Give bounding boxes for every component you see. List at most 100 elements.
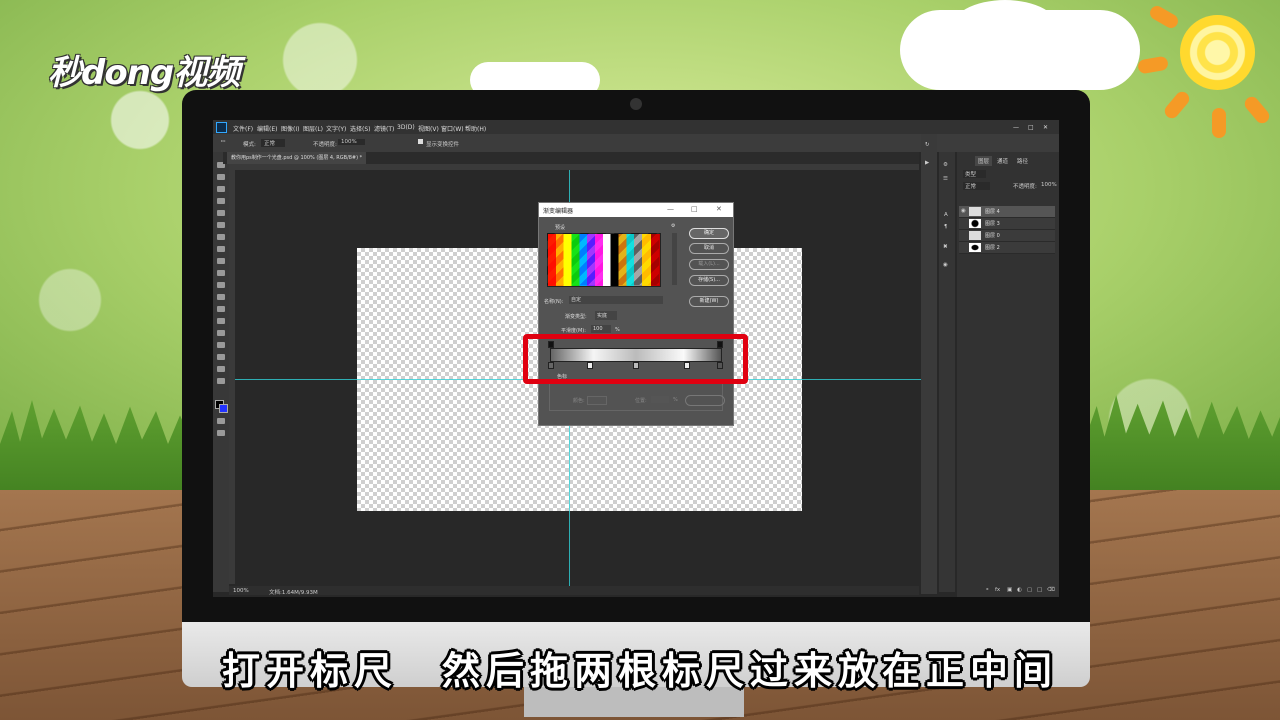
menu-layer[interactable]: 图层(L) <box>303 124 323 133</box>
hand-tool-icon[interactable] <box>217 366 225 372</box>
stamp-tool-icon[interactable] <box>217 258 225 264</box>
layer-kind-filter[interactable]: 类型 <box>963 170 987 178</box>
menu-select[interactable]: 选择(S) <box>350 124 371 133</box>
minimize-icon[interactable]: — <box>1013 124 1019 131</box>
screen-mode-icon[interactable] <box>217 430 225 436</box>
dodge-tool-icon[interactable] <box>217 306 225 312</box>
menu-window[interactable]: 窗口(W) <box>441 124 464 133</box>
folder-icon[interactable]: ▢ <box>1027 587 1032 593</box>
load-button[interactable]: 载入(L)... <box>689 259 729 270</box>
menu-help[interactable]: 帮助(H) <box>465 124 486 133</box>
smoothness-input[interactable]: 100 <box>591 325 611 333</box>
layer-blend-mode[interactable]: 正常 <box>963 182 991 190</box>
smoothness-label: 平滑度(M): <box>561 328 586 334</box>
tab-layers[interactable]: 图层 <box>975 156 993 166</box>
save-button[interactable]: 存储(S)... <box>689 275 729 286</box>
location-label: 位置: <box>635 398 647 404</box>
zoom-level[interactable]: 100% <box>233 588 249 594</box>
monitor: 文件(F) 编辑(E) 图像(I) 图层(L) 文字(Y) 选择(S) 滤镜(T… <box>182 90 1090 717</box>
brush-tool-icon[interactable] <box>217 246 225 252</box>
eraser-tool-icon[interactable] <box>217 282 225 288</box>
dialog-titlebar[interactable]: 渐变编辑器 — □ ✕ <box>539 203 733 217</box>
trash-icon[interactable]: ⌫ <box>1047 587 1055 593</box>
menu-type[interactable]: 文字(Y) <box>326 124 346 133</box>
visibility-eye-icon[interactable]: ◉ <box>961 208 966 214</box>
layer-row[interactable]: 图层 0 <box>959 230 1055 242</box>
panel-dock-collapsed: ↻ ▶ <box>921 134 937 594</box>
cloud <box>950 0 1060 60</box>
status-bar: 100% 文档:1.64M/9.93M <box>229 586 919 596</box>
menu-view[interactable]: 视图(V) <box>418 124 439 133</box>
dialog-maximize-icon[interactable]: □ <box>691 205 698 213</box>
layer-thumbnail <box>969 243 981 252</box>
zoom-tool-icon[interactable] <box>217 378 225 384</box>
history-icon[interactable]: ↻ <box>925 142 930 148</box>
properties-icon[interactable]: ☰ <box>943 176 948 182</box>
play-icon[interactable]: ▶ <box>925 160 929 166</box>
menu-file[interactable]: 文件(F) <box>233 124 253 133</box>
cancel-button[interactable]: 取消 <box>689 243 729 254</box>
pen-tool-icon[interactable] <box>217 318 225 324</box>
mask-icon[interactable]: ▣ <box>1007 587 1012 593</box>
new-button[interactable]: 新建(W) <box>689 296 729 307</box>
layer-row[interactable]: 图层 2 <box>959 242 1055 254</box>
menu-3d[interactable]: 3D(D) <box>397 124 415 131</box>
gradient-presets-overlay <box>547 233 659 285</box>
new-layer-icon[interactable]: □ <box>1037 587 1042 593</box>
paragraph-icon[interactable]: ¶ <box>944 224 948 230</box>
path-select-tool-icon[interactable] <box>217 342 225 348</box>
location-input[interactable] <box>651 396 669 403</box>
adjust-icon[interactable]: ⚙ <box>943 162 948 168</box>
eyedropper-tool-icon[interactable] <box>217 222 225 228</box>
healing-tool-icon[interactable] <box>217 234 225 240</box>
layer-actions-bar: ⚬ fx ▣ ◐ ▢ □ ⌫ <box>957 586 1059 595</box>
presets-scrollbar[interactable] <box>672 233 677 285</box>
text-tool-icon[interactable] <box>217 330 225 336</box>
layer-opacity-value[interactable]: 100% <box>1041 182 1057 188</box>
horizontal-ruler[interactable] <box>229 164 919 170</box>
layer-row[interactable]: ◉ 图层 4 <box>959 206 1055 218</box>
quick-mask-icon[interactable] <box>217 418 225 424</box>
blend-mode-select[interactable]: 正常 <box>261 139 286 147</box>
tab-channels[interactable]: 通道 <box>997 157 1008 165</box>
layers-panel: 图层 通道 路径 类型 正常 不透明度: 100% ◉ 图层 4 图层 3 图层… <box>957 152 1059 597</box>
ok-button[interactable]: 确定 <box>689 228 729 239</box>
marquee-tool-icon[interactable] <box>217 174 225 180</box>
color-swatch-input[interactable] <box>587 396 607 405</box>
link-layers-icon[interactable]: ⚬ <box>985 587 990 593</box>
presets-gear-icon[interactable]: ⚙ <box>671 223 675 229</box>
smoothness-unit: % <box>615 327 620 333</box>
history-brush-tool-icon[interactable] <box>217 270 225 276</box>
dialog-title: 渐变编辑器 <box>543 208 574 215</box>
character-icon[interactable]: A <box>944 212 948 218</box>
gradient-tool-icon[interactable] <box>217 294 225 300</box>
crop-tool-icon[interactable] <box>217 210 225 216</box>
layer-row[interactable]: 图层 3 <box>959 218 1055 230</box>
sun-ray <box>1212 108 1226 138</box>
dialog-minimize-icon[interactable]: — <box>667 205 674 213</box>
dialog-close-icon[interactable]: ✕ <box>716 205 722 213</box>
shape-tool-icon[interactable] <box>217 354 225 360</box>
document-tab[interactable]: 教你用ps制作一个光盘.psd @ 100% (图层 4, RGB/8#) * <box>227 152 367 164</box>
delete-button[interactable] <box>685 395 725 406</box>
fx-icon[interactable]: fx <box>995 587 1000 593</box>
gradient-type-select[interactable]: 实底 <box>595 311 618 320</box>
ps-logo-icon <box>216 122 227 133</box>
menu-image[interactable]: 图像(I) <box>281 124 299 133</box>
maximize-icon[interactable]: □ <box>1028 124 1034 131</box>
adjustment-layer-icon[interactable]: ◐ <box>1017 587 1022 593</box>
show-transform-checkbox[interactable] <box>418 139 423 144</box>
tools-preset-icon[interactable]: ✖ <box>943 244 948 250</box>
menu-edit[interactable]: 编辑(E) <box>257 124 277 133</box>
name-input[interactable]: 自定 <box>569 296 663 304</box>
quick-select-tool-icon[interactable] <box>217 198 225 204</box>
lasso-tool-icon[interactable] <box>217 186 225 192</box>
close-icon[interactable]: ✕ <box>1043 124 1048 131</box>
tab-paths[interactable]: 路径 <box>1017 157 1028 165</box>
eyedropper-tool-icon[interactable]: ✏ <box>221 139 226 145</box>
styles-icon[interactable]: ◉ <box>943 262 948 268</box>
menu-filter[interactable]: 滤镜(T) <box>374 124 394 133</box>
vertical-ruler[interactable] <box>229 164 235 584</box>
opacity-input[interactable]: 100% <box>338 139 365 145</box>
background-color-swatch[interactable] <box>219 404 228 413</box>
